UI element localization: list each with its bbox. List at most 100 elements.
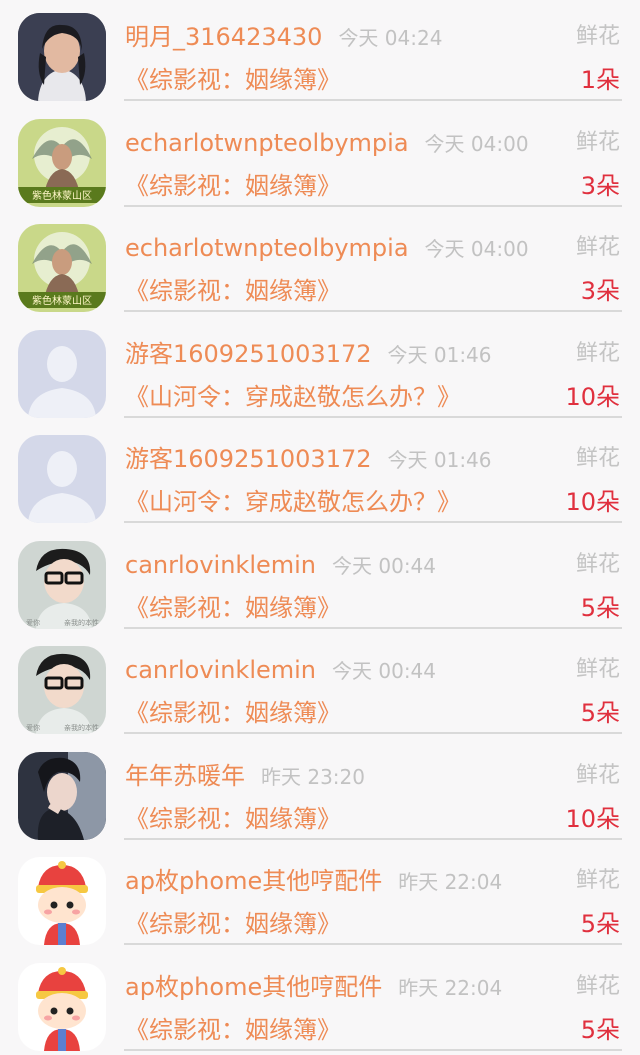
avatar[interactable]: 爱你 亲我的本性 bbox=[18, 541, 106, 629]
book-title[interactable]: 《综影视：姻缘簿》 bbox=[125, 169, 341, 203]
avatar-photo-woman-icon bbox=[18, 13, 106, 101]
avatar-glasses-man-icon: 爱你 亲我的本性 bbox=[18, 646, 106, 734]
gift-row[interactable]: 年年苏暖年昨天 23:20 鲜花 《综影视：姻缘簿》 10朵 bbox=[0, 739, 640, 845]
avatar[interactable] bbox=[18, 857, 106, 945]
book-title[interactable]: 《综影视：姻缘簿》 bbox=[125, 907, 341, 941]
gift-type: 鲜花 bbox=[576, 20, 620, 54]
sender-name-line: 游客1609251003172今天 01:46 bbox=[125, 442, 492, 477]
divider bbox=[124, 732, 622, 734]
book-title[interactable]: 《综影视：姻缘簿》 bbox=[125, 274, 341, 308]
sender-name-line: 游客1609251003172 今天 01:46 bbox=[125, 337, 492, 372]
avatar[interactable] bbox=[18, 13, 106, 101]
default-user-silhouette-icon bbox=[18, 435, 106, 523]
sender-name[interactable]: canrlovinklemin bbox=[125, 656, 316, 684]
flower-gift-list: 明月_316423430 今天 04:24 鲜花 《综影视：姻缘簿》 1朵 紫色林… bbox=[0, 0, 640, 1055]
avatar-smoke-figure-icon: 紫色林蒙山区 bbox=[18, 224, 106, 312]
book-title[interactable]: 《山河令：穿成赵敬怎么办？》 bbox=[125, 380, 461, 414]
gift-time: 今天 04:00 bbox=[425, 132, 529, 156]
sender-name-line: 明月_316423430 今天 04:24 bbox=[125, 20, 442, 55]
divider bbox=[124, 99, 622, 101]
sender-name-line: ap枚phome其他哼配件昨天 22:04 bbox=[125, 970, 502, 1005]
avatar-smoke-figure-icon: 紫色林蒙山区 bbox=[18, 119, 106, 207]
divider bbox=[124, 838, 622, 840]
avatar[interactable]: 紫色林蒙山区 bbox=[18, 224, 106, 312]
book-title[interactable]: 《山河令：穿成赵敬怎么办？》 bbox=[125, 485, 461, 519]
avatar-caption: 亲我的本性 bbox=[64, 723, 99, 732]
sender-name[interactable]: 明月_316423430 bbox=[125, 23, 322, 51]
gift-row[interactable]: ap枚phome其他哼配件昨天 22:04 鲜花 《综影视：姻缘簿》 5朵 bbox=[0, 844, 640, 950]
gift-time: 今天 01:46 bbox=[388, 343, 492, 367]
default-user-silhouette-icon bbox=[18, 330, 106, 418]
sender-name[interactable]: 游客1609251003172 bbox=[125, 340, 372, 368]
book-title[interactable]: 《综影视：姻缘簿》 bbox=[125, 591, 341, 625]
sender-name[interactable]: ap枚phome其他哼配件 bbox=[125, 973, 382, 1001]
gift-time: 今天 04:00 bbox=[425, 237, 529, 261]
gift-row[interactable]: 游客1609251003172今天 01:46 鲜花 《山河令：穿成赵敬怎么办？… bbox=[0, 422, 640, 528]
sender-name-line: ap枚phome其他哼配件昨天 22:04 bbox=[125, 864, 502, 899]
gift-type: 鲜花 bbox=[576, 970, 620, 1004]
avatar[interactable] bbox=[18, 963, 106, 1051]
divider bbox=[124, 521, 622, 523]
divider bbox=[124, 416, 622, 418]
sender-name[interactable]: echarlotwnpteolbympia bbox=[125, 129, 409, 157]
avatar-photo-portrait-icon bbox=[18, 752, 106, 840]
sender-name-line: 年年苏暖年昨天 23:20 bbox=[125, 759, 365, 794]
gift-type: 鲜花 bbox=[576, 864, 620, 898]
gift-time: 昨天 23:20 bbox=[261, 765, 365, 789]
avatar[interactable]: 紫色林蒙山区 bbox=[18, 119, 106, 207]
gift-count: 3朵 bbox=[581, 169, 620, 203]
avatar[interactable] bbox=[18, 435, 106, 523]
book-title[interactable]: 《综影视：姻缘簿》 bbox=[125, 696, 341, 730]
gift-count: 5朵 bbox=[581, 1013, 620, 1047]
gift-time: 今天 00:44 bbox=[332, 659, 436, 683]
book-title[interactable]: 《综影视：姻缘簿》 bbox=[125, 1013, 341, 1047]
avatar-cartoon-boy-icon bbox=[18, 963, 106, 1051]
gift-count: 1朵 bbox=[581, 63, 620, 97]
divider bbox=[124, 943, 622, 945]
avatar[interactable] bbox=[18, 752, 106, 840]
gift-type: 鲜花 bbox=[576, 231, 620, 265]
divider bbox=[124, 205, 622, 207]
sender-name[interactable]: 年年苏暖年 bbox=[125, 762, 245, 790]
sender-name-line: echarlotwnpteolbympia 今天 04:00 bbox=[125, 126, 529, 161]
gift-count: 10朵 bbox=[565, 485, 620, 519]
gift-count: 10朵 bbox=[565, 802, 620, 836]
avatar-caption: 爱你 bbox=[26, 723, 40, 732]
gift-row[interactable]: 游客1609251003172 今天 01:46 鲜花 《山河令：穿成赵敬怎么办？… bbox=[0, 317, 640, 423]
sender-name[interactable]: ap枚phome其他哼配件 bbox=[125, 867, 382, 895]
sender-name-line: canrlovinklemin 今天 00:44 bbox=[125, 653, 436, 688]
gift-count: 5朵 bbox=[581, 696, 620, 730]
avatar-glasses-man-icon: 爱你 亲我的本性 bbox=[18, 541, 106, 629]
gift-row[interactable]: 明月_316423430 今天 04:24 鲜花 《综影视：姻缘簿》 1朵 bbox=[0, 0, 640, 106]
avatar[interactable]: 爱你 亲我的本性 bbox=[18, 646, 106, 734]
gift-row[interactable]: 紫色林蒙山区 echarlotwnpteolbympia今天 04:00 鲜花 … bbox=[0, 106, 640, 212]
sender-name[interactable]: canrlovinklemin bbox=[125, 551, 316, 579]
gift-type: 鲜花 bbox=[576, 337, 620, 371]
avatar-caption: 爱你 bbox=[26, 618, 40, 627]
avatar[interactable] bbox=[18, 330, 106, 418]
sender-name[interactable]: echarlotwnpteolbympia bbox=[125, 234, 409, 262]
divider bbox=[124, 310, 622, 312]
gift-row[interactable]: 爱你 亲我的本性 canrlovinklemin 今天 00:44 鲜花 《综影视… bbox=[0, 633, 640, 739]
sender-name-line: echarlotwnpteolbympia 今天 04:00 bbox=[125, 231, 529, 266]
gift-count: 5朵 bbox=[581, 907, 620, 941]
avatar-caption: 紫色林蒙山区 bbox=[32, 189, 92, 202]
book-title[interactable]: 《综影视：姻缘簿》 bbox=[125, 802, 341, 836]
gift-type: 鲜花 bbox=[576, 548, 620, 582]
gift-type: 鲜花 bbox=[576, 653, 620, 687]
gift-row[interactable]: ap枚phome其他哼配件昨天 22:04 鲜花 《综影视：姻缘簿》 5朵 bbox=[0, 950, 640, 1055]
gift-count: 3朵 bbox=[581, 274, 620, 308]
gift-time: 今天 04:24 bbox=[338, 26, 442, 50]
avatar-caption: 紫色林蒙山区 bbox=[32, 294, 92, 307]
gift-count: 10朵 bbox=[565, 380, 620, 414]
gift-time: 今天 00:44 bbox=[332, 554, 436, 578]
book-title[interactable]: 《综影视：姻缘簿》 bbox=[125, 63, 341, 97]
sender-name[interactable]: 游客1609251003172 bbox=[125, 445, 372, 473]
sender-name-line: canrlovinklemin 今天 00:44 bbox=[125, 548, 436, 583]
gift-row[interactable]: 爱你 亲我的本性 canrlovinklemin 今天 00:44 鲜花 《综影视… bbox=[0, 528, 640, 634]
gift-time: 昨天 22:04 bbox=[398, 870, 502, 894]
divider bbox=[124, 1049, 622, 1051]
gift-type: 鲜花 bbox=[576, 759, 620, 793]
gift-row[interactable]: 紫色林蒙山区 echarlotwnpteolbympia今天 04:00 鲜花 … bbox=[0, 211, 640, 317]
gift-time: 昨天 22:04 bbox=[398, 976, 502, 1000]
